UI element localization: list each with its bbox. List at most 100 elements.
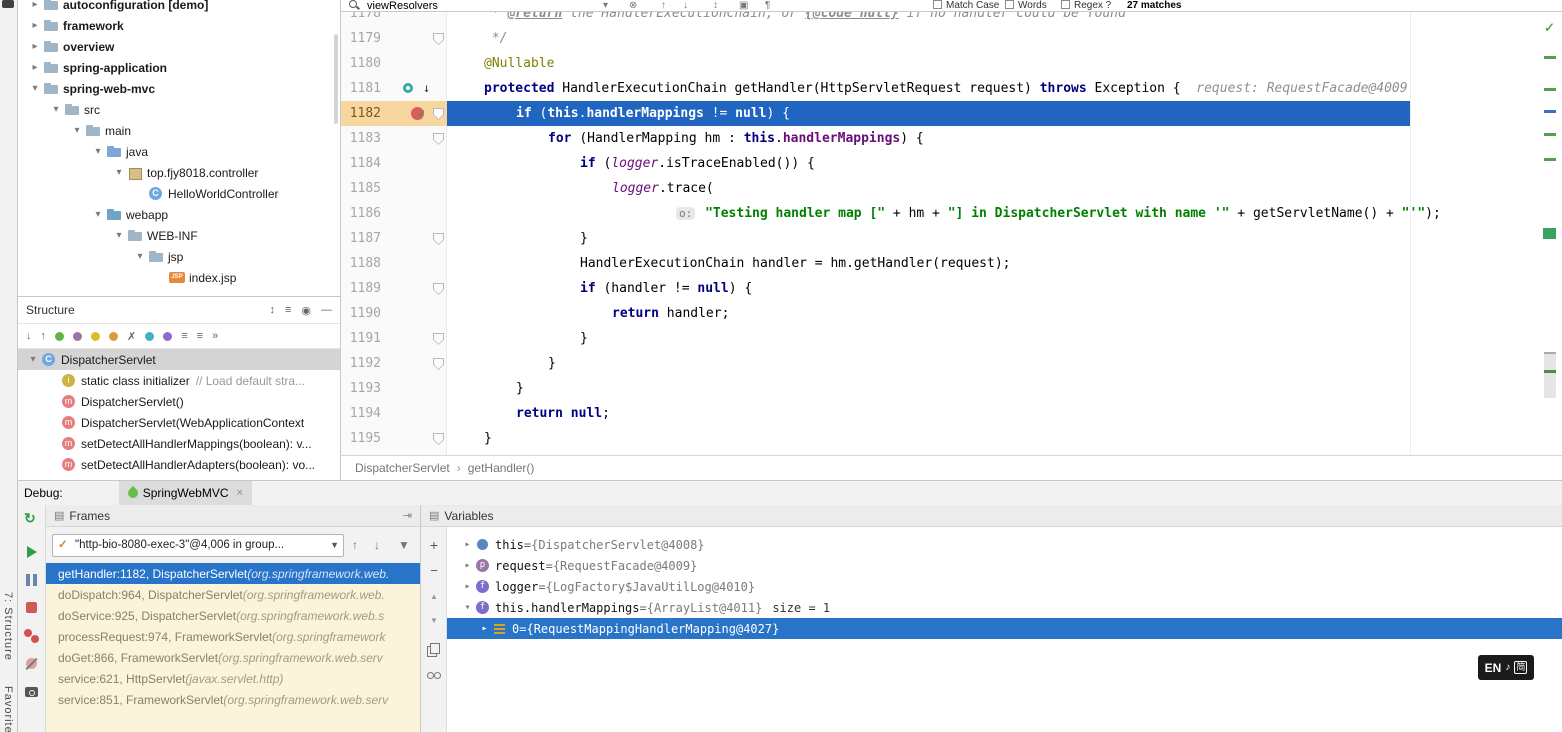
line-number[interactable]: 1184 [341,151,381,176]
line-number[interactable]: 1195 [341,426,381,451]
next-frame-icon[interactable]: ↓ [374,538,380,552]
code-line-1184[interactable]: 1184if (logger.isTraceEnabled()) { [341,151,1562,176]
line-number[interactable]: 1194 [341,401,381,426]
settings-icon[interactable]: ◉ [301,304,311,317]
editor[interactable]: 1178 * @return the HandlerExecutionChain… [340,0,1562,480]
add-watch-icon[interactable]: + [427,538,441,552]
project-item-spring-web-mvc[interactable]: ▾spring-web-mvc [18,78,340,99]
line-number[interactable]: 1179 [341,26,381,51]
structure-item-setdetectallhandleradapters-boolean-vo[interactable]: setDetectAllHandlerAdapters(boolean): vo… [18,454,340,475]
line-number[interactable]: 1190 [341,301,381,326]
project-item-src[interactable]: ▾src [18,99,340,120]
code-line-1187[interactable]: 1187} [341,226,1562,251]
line-number[interactable]: 1189 [341,276,381,301]
chevron-right-icon[interactable]: ▸ [28,20,42,31]
tool-window-button-favorites[interactable]: Favorites [2,686,14,732]
frame-item[interactable]: service:621, HttpServlet (javax.servlet.… [46,668,420,689]
hide-frames-icon[interactable]: ⇥ [403,509,412,522]
line-number[interactable]: 1188 [341,251,381,276]
stop-icon[interactable] [24,600,40,616]
sort-icon[interactable]: ↕ [269,304,275,317]
search-selection-icon[interactable]: ¶ [765,0,770,12]
chevron-down-icon[interactable]: ▾ [133,251,147,262]
scroll-up-icon[interactable]: ▲ [427,590,441,604]
thread-selector[interactable]: ✓ "http-bio-8080-exec-3"@4,006 in group.… [52,534,344,557]
code-line-1195[interactable]: 1195} [341,426,1562,451]
line-number[interactable]: 1192 [341,351,381,376]
resume-icon[interactable] [27,544,43,560]
line-number[interactable]: 1191 [341,326,381,351]
chevron-down-icon[interactable]: ▾ [70,125,84,136]
hide-frames-filter-icon[interactable]: ▼ [398,538,410,552]
show-properties-icon[interactable] [73,332,82,341]
structure-item-dispatcherservlet[interactable]: DispatcherServlet() [18,391,340,412]
line-number[interactable]: 1181 [341,76,381,101]
hide-panel-icon[interactable]: — [321,304,332,317]
line-number[interactable]: 1180 [341,51,381,76]
project-item-autoconfiguration-demo[interactable]: ▸autoconfiguration [demo] [18,0,340,15]
project-item-webapp[interactable]: ▾webapp [18,204,340,225]
editor-scrollbar[interactable] [1544,352,1556,398]
words-checkbox[interactable]: Words [1005,0,1047,12]
project-scrollbar[interactable] [334,34,338,124]
chevron-right-icon[interactable]: ▸ [461,560,474,571]
navigate-down-icon[interactable]: ↓ [423,76,430,101]
code-line-1189[interactable]: 1189if (handler != null) { [341,276,1562,301]
mute-breakpoints-icon[interactable] [24,656,40,672]
breadcrumb-method[interactable]: getHandler() [468,461,535,475]
copy-value-icon[interactable] [427,643,441,657]
frame-item[interactable]: service:851, FrameworkServlet (org.sprin… [46,689,420,710]
remove-watch-icon[interactable]: − [427,564,441,578]
frame-item[interactable]: doService:925, DispatcherServlet (org.sp… [46,605,420,626]
code-line-1183[interactable]: 1183for (HandlerMapping hm : this.handle… [341,126,1562,151]
search-filter-icon[interactable]: ↕ [713,0,718,12]
filter-icon[interactable]: ≡ [285,304,291,317]
scroll-down-icon[interactable]: ▼ [427,614,441,628]
structure-item-dispatcherservlet-webapplicationcontext[interactable]: DispatcherServlet(WebApplicationContext [18,412,340,433]
regex-checkbox[interactable]: Regex ? [1061,0,1111,12]
variable-row-this-handlermappings[interactable]: ▾this.handlerMappings = {ArrayList@4011}… [447,597,1562,618]
project-item-framework[interactable]: ▸framework [18,15,340,36]
fold-marker-icon[interactable] [433,133,444,145]
structure-item-setdetectallhandlermappings-boolean-v[interactable]: setDetectAllHandlerMappings(boolean): v.… [18,433,340,454]
fold-marker-icon[interactable] [433,233,444,245]
fold-marker-icon[interactable] [433,333,444,345]
project-item-java[interactable]: ▾java [18,141,340,162]
next-occurrence-icon[interactable]: ↓ [683,0,688,12]
chevron-down-icon[interactable]: ▾ [26,354,40,365]
thread-dump-icon[interactable] [24,684,40,700]
project-item-spring-application[interactable]: ▸spring-application [18,57,340,78]
debug-session-tab[interactable]: SpringWebMVC × [119,481,252,505]
input-language-indicator[interactable]: EN ♪ 简 [1478,655,1534,680]
line-number[interactable]: 1186 [341,201,381,226]
code-line-1192[interactable]: 1192} [341,351,1562,376]
fold-marker-icon[interactable] [433,33,444,45]
line-number[interactable]: 1185 [341,176,381,201]
view-breakpoints-icon[interactable] [24,628,40,644]
code-line-1186[interactable]: 1186o: "Testing handler map [" + hm + "]… [341,201,1562,226]
frame-item[interactable]: getHandler:1182, DispatcherServlet (org.… [46,563,420,584]
variable-row-0[interactable]: ▸0 = {RequestMappingHandlerMapping@4027} [447,618,1562,639]
collapse-all-icon[interactable]: ≡ [197,330,203,342]
rerun-icon[interactable]: ↻ [24,510,40,526]
fold-marker-icon[interactable] [433,433,444,445]
show-lambdas-icon[interactable] [145,332,154,341]
frame-item[interactable]: doGet:866, FrameworkServlet (org.springf… [46,647,420,668]
frame-item[interactable]: doDispatch:964, DispatcherServlet (org.s… [46,584,420,605]
chevron-right-icon[interactable]: ▸ [28,41,42,52]
code-line-1191[interactable]: 1191} [341,326,1562,351]
chevron-down-icon[interactable]: ▾ [461,602,474,613]
code-line-1179[interactable]: 1179 */ [341,26,1562,51]
breadcrumb-class[interactable]: DispatcherServlet [355,461,450,475]
structure-item-dispatcherservlet[interactable]: ▾DispatcherServlet [18,349,340,370]
code-area[interactable]: 1178 * @return the HandlerExecutionChain… [341,1,1562,451]
chevron-right-icon[interactable]: ▸ [461,581,474,592]
project-item-jsp[interactable]: ▾jsp [18,246,340,267]
variable-row-request[interactable]: ▸request = {RequestFacade@4009} [447,555,1562,576]
code-line-1193[interactable]: 1193} [341,376,1562,401]
project-item-top-fjy8018-controller[interactable]: ▾top.fjy8018.controller [18,162,340,183]
code-line-1188[interactable]: 1188HandlerExecutionChain handler = hm.g… [341,251,1562,276]
line-number[interactable]: 1182 [341,101,381,126]
tool-window-button-structure[interactable]: 7: Structure [2,592,14,661]
project-item-helloworldcontroller[interactable]: HelloWorldController [18,183,340,204]
